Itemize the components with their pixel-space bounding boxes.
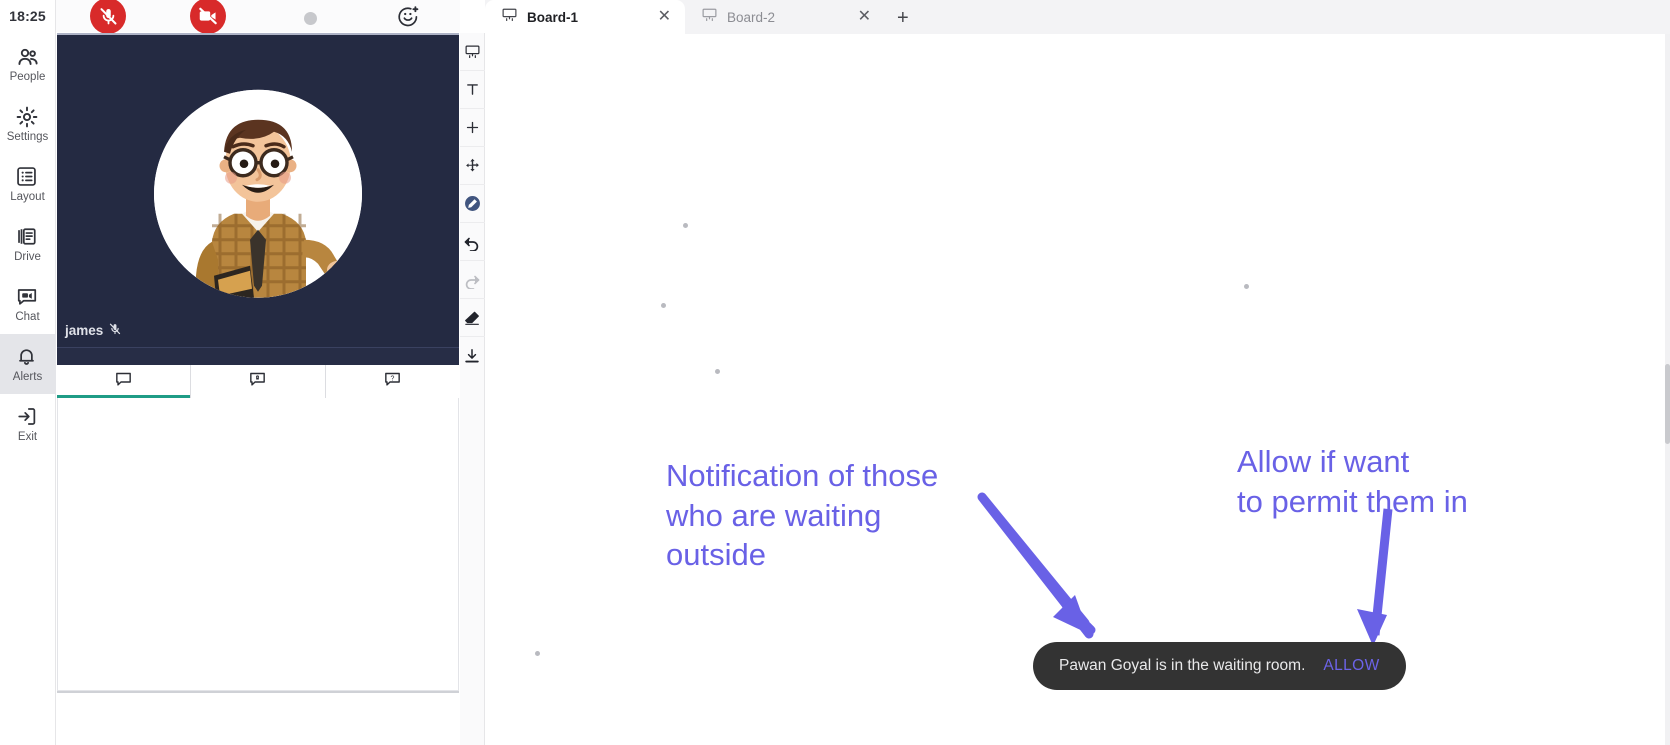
canvas-scrollbar-thumb[interactable]: [1665, 364, 1670, 444]
exit-icon: [15, 405, 41, 429]
close-icon[interactable]: ✕: [858, 9, 871, 25]
drawing-toolbar: [459, 33, 485, 745]
canvas-scrollbar-track[interactable]: [1665, 34, 1670, 745]
left-nav-rail: 18:25 People Settings Layout Drive Chat …: [0, 0, 56, 745]
qa-question-icon: ?: [382, 369, 403, 394]
move-tool-button[interactable]: [459, 147, 485, 185]
emoji-add-button[interactable]: [396, 4, 420, 33]
chat-icon: [15, 285, 41, 309]
sidebar-item-settings[interactable]: Settings: [0, 94, 56, 154]
camera-off-button[interactable]: [190, 0, 226, 34]
add-tool-button[interactable]: [459, 109, 485, 147]
panel-divider: [57, 691, 459, 693]
participant-video-tile[interactable]: james: [57, 33, 459, 365]
svg-text:?: ?: [390, 375, 394, 382]
sidebar-item-chat[interactable]: Chat: [0, 274, 56, 334]
pen-tool-button[interactable]: [459, 185, 485, 223]
participant-name-tag: james: [65, 322, 122, 339]
board-tab-1[interactable]: Board-1 ✕: [485, 0, 685, 34]
drive-icon: [15, 225, 41, 249]
clock: 18:25: [9, 8, 46, 24]
video-chat-panel: james ?: [56, 0, 460, 745]
record-status-dot[interactable]: [304, 12, 317, 25]
people-icon: [15, 45, 41, 69]
whiteboard-icon: [701, 6, 718, 28]
add-board-button[interactable]: +: [885, 7, 923, 34]
avatar: [154, 89, 362, 298]
meeting-controls-bar: [56, 0, 460, 34]
allow-button[interactable]: ALLOW: [1323, 657, 1379, 675]
waiting-room-toast[interactable]: Pawan Goyal is in the waiting room. ALLO…: [1033, 642, 1406, 690]
redo-tool-button[interactable]: [459, 261, 485, 299]
annotation-arrows: [977, 492, 1393, 646]
sidebar-item-label: Settings: [6, 130, 49, 143]
chat-bubble-icon: [113, 369, 134, 394]
sidebar-item-label: Drive: [14, 250, 41, 263]
participant-name: james: [65, 323, 104, 338]
video-tile-footer: [57, 347, 459, 365]
bell-icon: [15, 345, 41, 369]
tab-public-chat[interactable]: [57, 365, 192, 398]
tab-qa[interactable]: ?: [326, 365, 459, 398]
board-tab-bar: Board-1 ✕ Board-2 ✕ +: [485, 0, 1670, 34]
download-tool-button[interactable]: [460, 337, 485, 375]
private-chat-icon: [247, 369, 268, 394]
chat-message-list[interactable]: [57, 398, 459, 691]
eraser-tool-button[interactable]: [459, 299, 485, 337]
board-tab-label: Board-2: [727, 9, 776, 25]
sidebar-item-label: Chat: [15, 310, 40, 323]
layout-icon: [15, 165, 41, 189]
sidebar-item-label: Layout: [10, 190, 45, 203]
sidebar-item-drive[interactable]: Drive: [0, 214, 56, 274]
close-icon[interactable]: ✕: [658, 9, 671, 25]
sidebar-item-label: Exit: [17, 430, 38, 443]
board-tab-2[interactable]: Board-2 ✕: [685, 0, 885, 34]
mic-muted-button[interactable]: [90, 0, 126, 34]
tab-private-chat[interactable]: [191, 365, 326, 398]
chat-tab-bar: ?: [57, 365, 459, 398]
sidebar-item-people[interactable]: People: [0, 34, 56, 94]
whiteboard-tool-button[interactable]: [459, 33, 485, 71]
sidebar-item-exit[interactable]: Exit: [0, 394, 56, 454]
text-tool-button[interactable]: [459, 71, 485, 109]
mic-muted-small-icon: [108, 322, 122, 339]
sidebar-item-label: People: [9, 70, 46, 83]
whiteboard-canvas[interactable]: Notification of those who are waiting ou…: [485, 34, 1670, 745]
sidebar-item-layout[interactable]: Layout: [0, 154, 56, 214]
sidebar-item-alerts[interactable]: Alerts: [0, 334, 56, 394]
sidebar-item-label: Alerts: [12, 370, 43, 383]
gear-icon: [15, 105, 41, 129]
board-tab-label: Board-1: [527, 9, 579, 25]
undo-tool-button[interactable]: [459, 223, 485, 261]
toast-message: Pawan Goyal is in the waiting room.: [1059, 657, 1306, 674]
whiteboard-icon: [501, 6, 518, 28]
